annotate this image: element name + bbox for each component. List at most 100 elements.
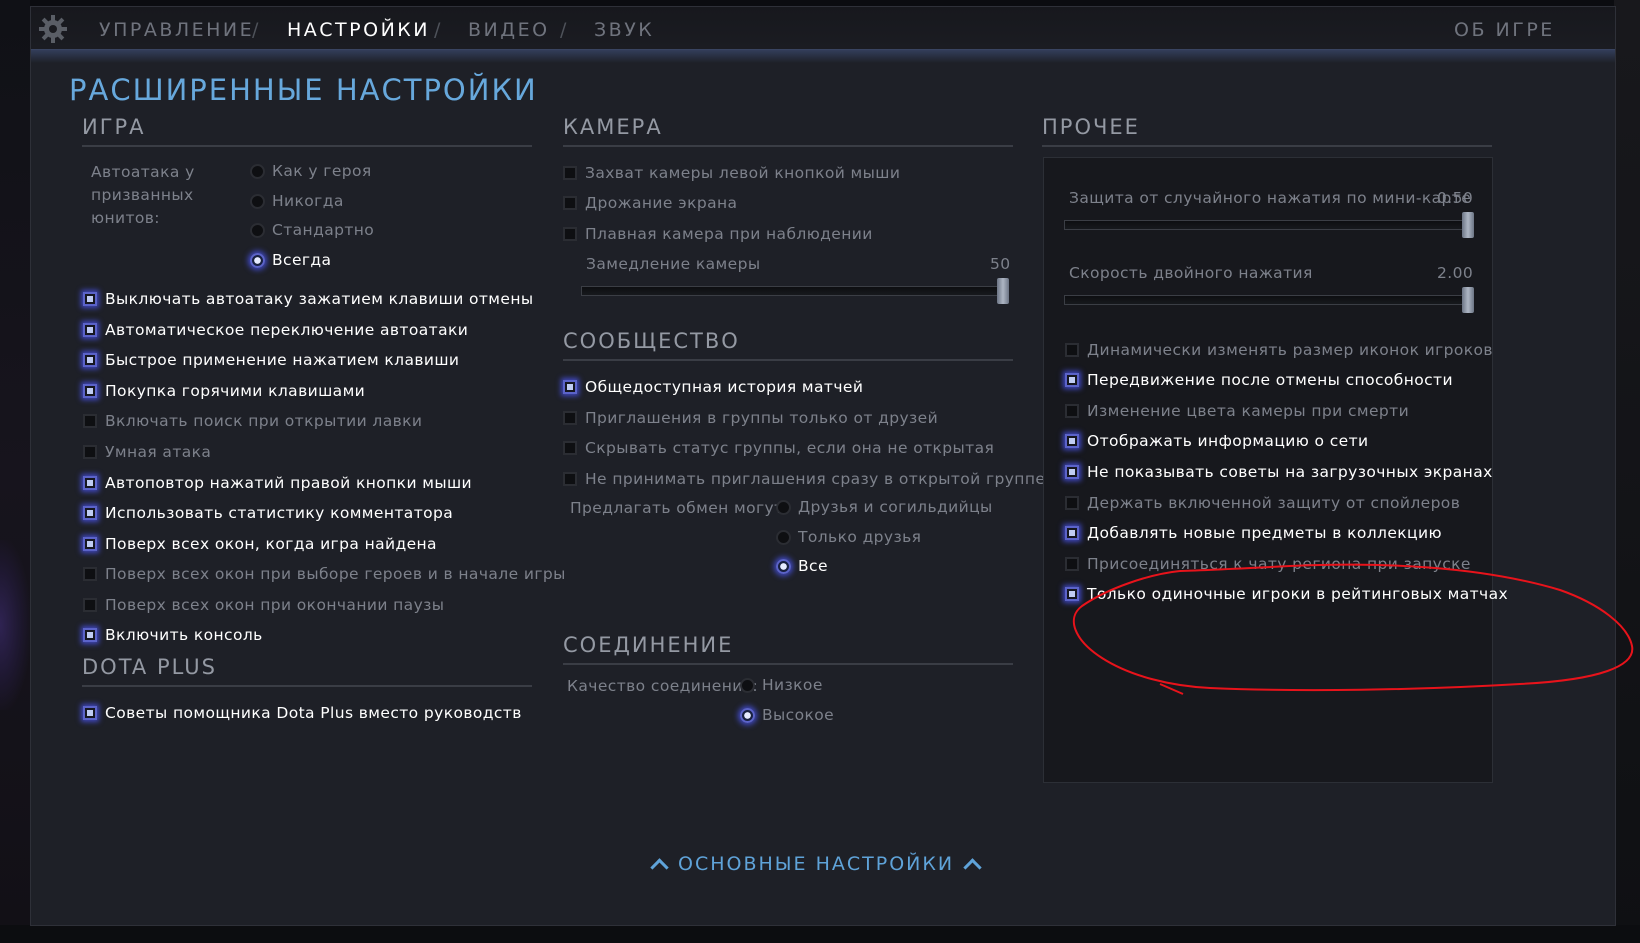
checkbox-shop-search[interactable]: Включать поиск при открытии лавки	[83, 410, 422, 432]
radio-button[interactable]	[250, 163, 265, 179]
nav-separator: /	[560, 19, 567, 41]
checkbox-auto-toggle-autoattack[interactable]: Автоматическое переключение автоатаки	[83, 319, 468, 341]
checkbox-hide-loading-tips[interactable]: Не показывать советы на загрузочных экра…	[1065, 461, 1493, 483]
checkbox[interactable]	[1065, 557, 1079, 571]
radio-trade-everyone[interactable]: Все	[776, 555, 828, 577]
slider-handle[interactable]	[1462, 287, 1474, 313]
radio-trade-friends-only[interactable]: Только друзья	[776, 526, 921, 548]
radio-button[interactable]	[740, 677, 755, 693]
checkbox[interactable]	[563, 227, 577, 241]
autoattack-label: юнитов:	[91, 209, 160, 227]
checkbox[interactable]	[563, 441, 577, 455]
radio-autoattack-standard[interactable]: Стандартно	[250, 219, 374, 241]
about-game-link[interactable]: ОБ ИГРЕ	[1454, 19, 1555, 41]
radio-button[interactable]	[250, 193, 265, 209]
checkbox-camera-left-grab[interactable]: Захват камеры левой кнопкой мыши	[563, 162, 900, 184]
radio-button[interactable]	[250, 252, 265, 268]
checkbox[interactable]	[83, 445, 97, 459]
camera-slowdown-slider[interactable]	[581, 286, 1009, 296]
checkbox-dota-plus-assistant[interactable]: Советы помощника Dota Plus вместо руково…	[83, 702, 522, 724]
checkbox-move-after-cancel[interactable]: Передвижение после отмены способности	[1065, 369, 1453, 391]
checkbox-label: Автоповтор нажатий правой кнопки мыши	[105, 474, 473, 492]
checkbox[interactable]	[83, 628, 97, 642]
checkbox-join-region-chat[interactable]: Присоединяться к чату региона при запуск…	[1065, 553, 1471, 575]
checkbox-quickcast-keypress[interactable]: Быстрое применение нажатием клавиши	[83, 349, 459, 371]
tab-sound[interactable]: ЗВУК	[594, 19, 654, 41]
checkbox-smart-attack[interactable]: Умная атака	[83, 441, 211, 463]
chevron-up-icon	[650, 857, 669, 877]
checkbox-topmost-hero-pick[interactable]: Поверх всех окон при выборе героев и в н…	[83, 563, 566, 585]
background-left	[0, 0, 30, 943]
checkbox-topmost-game-found[interactable]: Поверх всех окон, когда игра найдена	[83, 533, 437, 555]
checkbox[interactable]	[83, 384, 97, 398]
radio-button[interactable]	[776, 529, 791, 545]
checkbox[interactable]	[563, 166, 577, 180]
checkbox-public-match-history[interactable]: Общедоступная история матчей	[563, 376, 863, 398]
checkbox-screen-shake[interactable]: Дрожание экрана	[563, 192, 737, 214]
checkbox[interactable]	[1065, 465, 1079, 479]
radio-connection-high[interactable]: Высокое	[740, 704, 834, 726]
checkbox-hide-party-status[interactable]: Скрывать статус группы, если она не откр…	[563, 437, 994, 459]
radio-button[interactable]	[250, 222, 265, 238]
checkbox-no-auto-accept-open-party[interactable]: Не принимать приглашения сразу в открыто…	[563, 468, 1045, 490]
checkbox[interactable]	[83, 353, 97, 367]
checkbox[interactable]	[563, 196, 577, 210]
checkbox-topmost-unpause[interactable]: Поверх всех окон при окончании паузы	[83, 594, 444, 616]
checkbox[interactable]	[1065, 496, 1079, 510]
radio-autoattack-always[interactable]: Всегда	[250, 249, 331, 271]
checkbox[interactable]	[1065, 587, 1079, 601]
radio-button[interactable]	[776, 558, 791, 574]
radio-button[interactable]	[740, 707, 755, 723]
tab-video[interactable]: ВИДЕО	[468, 19, 550, 41]
checkbox[interactable]	[83, 506, 97, 520]
gear-icon[interactable]	[37, 13, 69, 45]
checkbox[interactable]	[83, 537, 97, 551]
checkbox-hotkey-purchase[interactable]: Покупка горячими клавишами	[83, 380, 365, 402]
checkbox[interactable]	[83, 292, 97, 306]
radio-trade-friends-guild[interactable]: Друзья и согильдийцы	[776, 496, 993, 518]
checkbox[interactable]	[83, 323, 97, 337]
checkbox[interactable]	[563, 380, 577, 394]
tab-controls[interactable]: УПРАВЛЕНИЕ	[99, 19, 254, 41]
radio-label: Высокое	[762, 706, 835, 724]
checkbox[interactable]	[1065, 434, 1079, 448]
checkbox-right-click-repeat[interactable]: Автоповтор нажатий правой кнопки мыши	[83, 472, 472, 494]
radio-connection-low[interactable]: Низкое	[740, 674, 823, 696]
checkbox-enable-console[interactable]: Включить консоль	[83, 624, 263, 646]
checkbox[interactable]	[83, 476, 97, 490]
checkbox[interactable]	[1065, 343, 1079, 357]
radio-autoattack-never[interactable]: Никогда	[250, 190, 344, 212]
camera-slowdown-value: 50	[990, 255, 1011, 273]
radio-label: Низкое	[762, 676, 823, 694]
checkbox-death-camera-color[interactable]: Изменение цвета камеры при смерти	[1065, 400, 1409, 422]
checkbox-caster-stats[interactable]: Использовать статистику комментатора	[83, 502, 453, 524]
checkbox[interactable]	[1065, 526, 1079, 540]
checkbox[interactable]	[83, 414, 97, 428]
checkbox-label: Захват камеры левой кнопкой мыши	[585, 164, 901, 182]
basic-settings-button[interactable]: ОСНОВНЫЕ НАСТРОЙКИ	[641, 853, 991, 877]
checkbox-show-network-info[interactable]: Отображать информацию о сети	[1065, 430, 1369, 452]
checkbox[interactable]	[563, 472, 577, 486]
checkbox-add-items-to-collection[interactable]: Добавлять новые предметы в коллекцию	[1065, 522, 1442, 544]
checkbox[interactable]	[563, 411, 577, 425]
double-tap-slider[interactable]	[1064, 295, 1474, 305]
checkbox-solo-ranked-only[interactable]: Только одиночные игроки в рейтинговых ма…	[1065, 583, 1508, 605]
checkbox-label: Включать поиск при открытии лавки	[105, 412, 423, 430]
checkbox-disable-autoattack-cancel[interactable]: Выключать автоатаку зажатием клавиши отм…	[83, 288, 534, 310]
checkbox-spoiler-protection[interactable]: Держать включенной защиту от спойлеров	[1065, 492, 1460, 514]
tab-settings[interactable]: НАСТРОЙКИ	[287, 19, 430, 41]
radio-button[interactable]	[776, 499, 791, 515]
checkbox[interactable]	[83, 706, 97, 720]
minimap-protect-slider[interactable]	[1064, 220, 1474, 230]
checkbox-smooth-spectator-camera[interactable]: Плавная камера при наблюдении	[563, 223, 873, 245]
checkbox[interactable]	[1065, 373, 1079, 387]
checkbox[interactable]	[83, 598, 97, 612]
slider-handle[interactable]	[997, 278, 1009, 304]
checkbox[interactable]	[83, 567, 97, 581]
checkbox-party-invites-friends-only[interactable]: Приглашения в группы только от друзей	[563, 407, 938, 429]
checkbox-label: Присоединяться к чату региона при запуск…	[1087, 555, 1471, 573]
radio-autoattack-hero[interactable]: Как у героя	[250, 160, 372, 182]
slider-handle[interactable]	[1462, 212, 1474, 238]
checkbox[interactable]	[1065, 404, 1079, 418]
checkbox-dynamic-player-icons[interactable]: Динамически изменять размер иконок игрок…	[1065, 339, 1493, 361]
